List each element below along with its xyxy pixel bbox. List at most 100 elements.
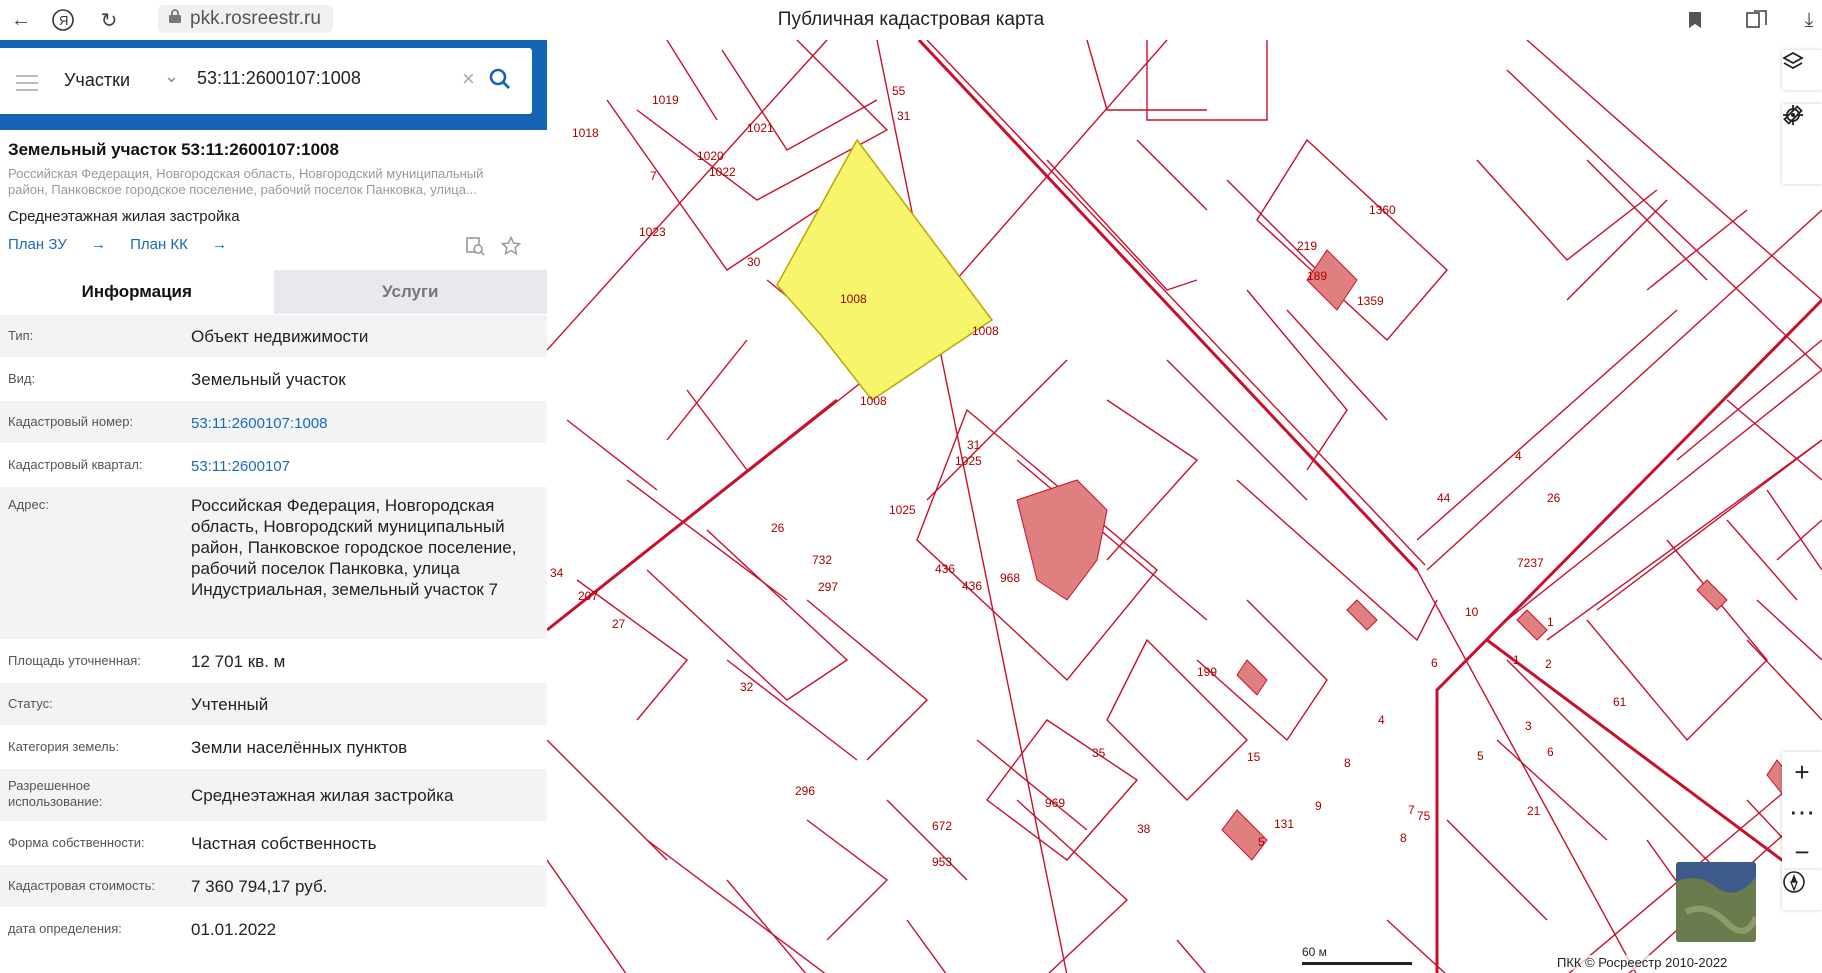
cadastral-number-link[interactable]: 53:11:2600107:1008	[191, 413, 531, 434]
row-value: Объект недвижимости	[191, 327, 369, 346]
scale-label: 60 м	[1302, 945, 1327, 959]
search-input[interactable]	[195, 67, 449, 90]
copyright-text: ПКК © Росреестр 2010-2022	[1557, 955, 1728, 970]
table-row: Тип: Объект недвижимости	[0, 314, 547, 357]
map-label: 4	[1378, 713, 1385, 727]
locate-icon[interactable]	[1782, 105, 1822, 184]
yandex-logo-icon[interactable]: Я	[50, 7, 76, 33]
row-value: Среднеэтажная жилая застройка	[191, 786, 454, 805]
row-value: Земли населённых пунктов	[191, 738, 408, 757]
map-label: 1008	[860, 394, 887, 408]
download-icon[interactable]: ⤓	[1796, 7, 1822, 33]
map-canvas[interactable]: 1019 1018 1021 1020 1022 7 1023 30 55 31…	[547, 40, 1822, 973]
bookmark-icon[interactable]	[1682, 7, 1708, 33]
zoom-toolbar: + ⋯ −	[1782, 752, 1822, 872]
row-value: Земельный участок	[191, 370, 346, 389]
info-panel: Участки ⌄ × ‹ Земельный участок 53:11:26…	[0, 40, 547, 973]
plan-zu-link[interactable]: План ЗУ →	[8, 236, 106, 253]
layers-icon[interactable]	[1782, 50, 1822, 90]
map-label: 1360	[1369, 203, 1396, 217]
address-bar[interactable]: pkk.rosreestr.ru	[158, 5, 333, 33]
map-label: 10	[1465, 605, 1479, 619]
map-label: 1	[1513, 653, 1520, 667]
map-label: 34	[550, 566, 564, 580]
search-box: Участки ⌄ ×	[0, 48, 532, 114]
map-label: 75	[1417, 809, 1431, 823]
search-icon[interactable]	[489, 68, 511, 95]
zoom-out-button[interactable]: −	[1782, 832, 1822, 872]
map-label: 1019	[652, 93, 679, 107]
more-icon[interactable]: ⋯	[1782, 792, 1822, 832]
map-label: 5	[1258, 835, 1265, 849]
map-label: 7	[650, 169, 657, 183]
row-label: Разрешенное использование:	[8, 778, 103, 809]
table-row: Вид: Земельный участок	[0, 357, 547, 400]
compass-icon[interactable]	[1782, 870, 1822, 910]
zoom-in-button[interactable]: +	[1782, 752, 1822, 792]
map-label: 8	[1400, 831, 1407, 845]
table-row: Разрешенное использование: Среднеэтажная…	[0, 768, 547, 821]
map-label: 436	[935, 562, 955, 576]
menu-icon[interactable]	[16, 70, 38, 96]
tab-services[interactable]: Услуги	[273, 270, 547, 314]
layers-toolbar	[1782, 50, 1822, 90]
row-value: Российская Федерация, Новгородская облас…	[191, 496, 517, 599]
back-arrow-icon[interactable]: ←	[8, 7, 34, 33]
map-label: 1008	[972, 324, 999, 338]
map-label: 61	[1613, 695, 1627, 709]
cadastral-map[interactable]: 1019 1018 1021 1020 1022 7 1023 30 55 31…	[547, 40, 1822, 973]
object-address: Российская Федерация, Новгородская облас…	[8, 166, 484, 197]
table-row: Кадастровый номер: 53:11:2600107:1008	[0, 400, 547, 443]
basemap-switcher[interactable]	[1676, 862, 1756, 942]
map-label: 969	[1045, 796, 1065, 810]
star-icon[interactable]	[500, 235, 522, 261]
map-label: 1022	[709, 165, 736, 179]
table-row: Категория земель: Земли населённых пункт…	[0, 725, 547, 768]
chevron-down-icon[interactable]: ⌄	[164, 66, 179, 87]
map-label: 1021	[747, 121, 774, 135]
table-row: Кадастровая стоимость: 7 360 794,17 руб.	[0, 864, 547, 907]
search-bar: Участки ⌄ ×	[0, 40, 547, 130]
map-label: 1018	[572, 126, 599, 140]
table-row: Форма собственности: Частная собственнос…	[0, 821, 547, 864]
row-label: Категория земель:	[8, 739, 120, 754]
measure-toolbar	[1782, 104, 1822, 184]
lock-icon	[168, 8, 182, 30]
reload-icon[interactable]: ↻	[96, 7, 122, 33]
map-label: 968	[1000, 571, 1020, 585]
map-label: 732	[812, 553, 832, 567]
map-label: 31	[897, 109, 911, 123]
table-row: дата определения: 01.01.2022	[0, 907, 547, 950]
info-tabs: Информация Услуги	[0, 270, 547, 314]
scale-bar	[1302, 962, 1412, 965]
map-label: 4	[1515, 449, 1522, 463]
map-label: 1	[1547, 615, 1554, 629]
map-label: 7	[1408, 803, 1415, 817]
tab-info[interactable]: Информация	[0, 270, 274, 314]
row-label: Вид:	[8, 371, 36, 386]
map-label: 15	[1247, 750, 1261, 764]
map-label: 207	[578, 589, 598, 603]
table-row: Кадастровый квартал: 53:11:2600107	[0, 443, 547, 486]
layer-select[interactable]: Участки	[64, 70, 130, 91]
map-label: 27	[612, 617, 626, 631]
row-label: Форма собственности:	[8, 835, 145, 850]
search-document-icon[interactable]	[465, 236, 485, 261]
clear-icon[interactable]: ×	[462, 66, 475, 92]
map-label: 35	[1092, 746, 1106, 760]
cadastral-quarter-link[interactable]: 53:11:2600107	[191, 456, 531, 477]
row-label: дата определения:	[8, 921, 122, 936]
map-label: 131	[1274, 817, 1294, 831]
row-label: Кадастровый номер:	[8, 414, 134, 429]
table-row: Статус: Учтенный	[0, 682, 547, 725]
browser-toolbar: ← Я ↻ pkk.rosreestr.ru Публичная кадастр…	[0, 0, 1822, 41]
row-label: Площадь уточненная:	[8, 653, 141, 668]
map-label: 297	[818, 580, 838, 594]
row-label: Кадастровый квартал:	[8, 457, 143, 472]
map-label: 44	[1437, 491, 1451, 505]
collections-icon[interactable]	[1744, 7, 1770, 33]
row-value: 7 360 794,17 руб.	[191, 877, 328, 896]
parcel-boundaries	[547, 40, 1822, 973]
plan-kk-link[interactable]: План КК →	[130, 236, 227, 253]
map-label: 1025	[955, 454, 982, 468]
